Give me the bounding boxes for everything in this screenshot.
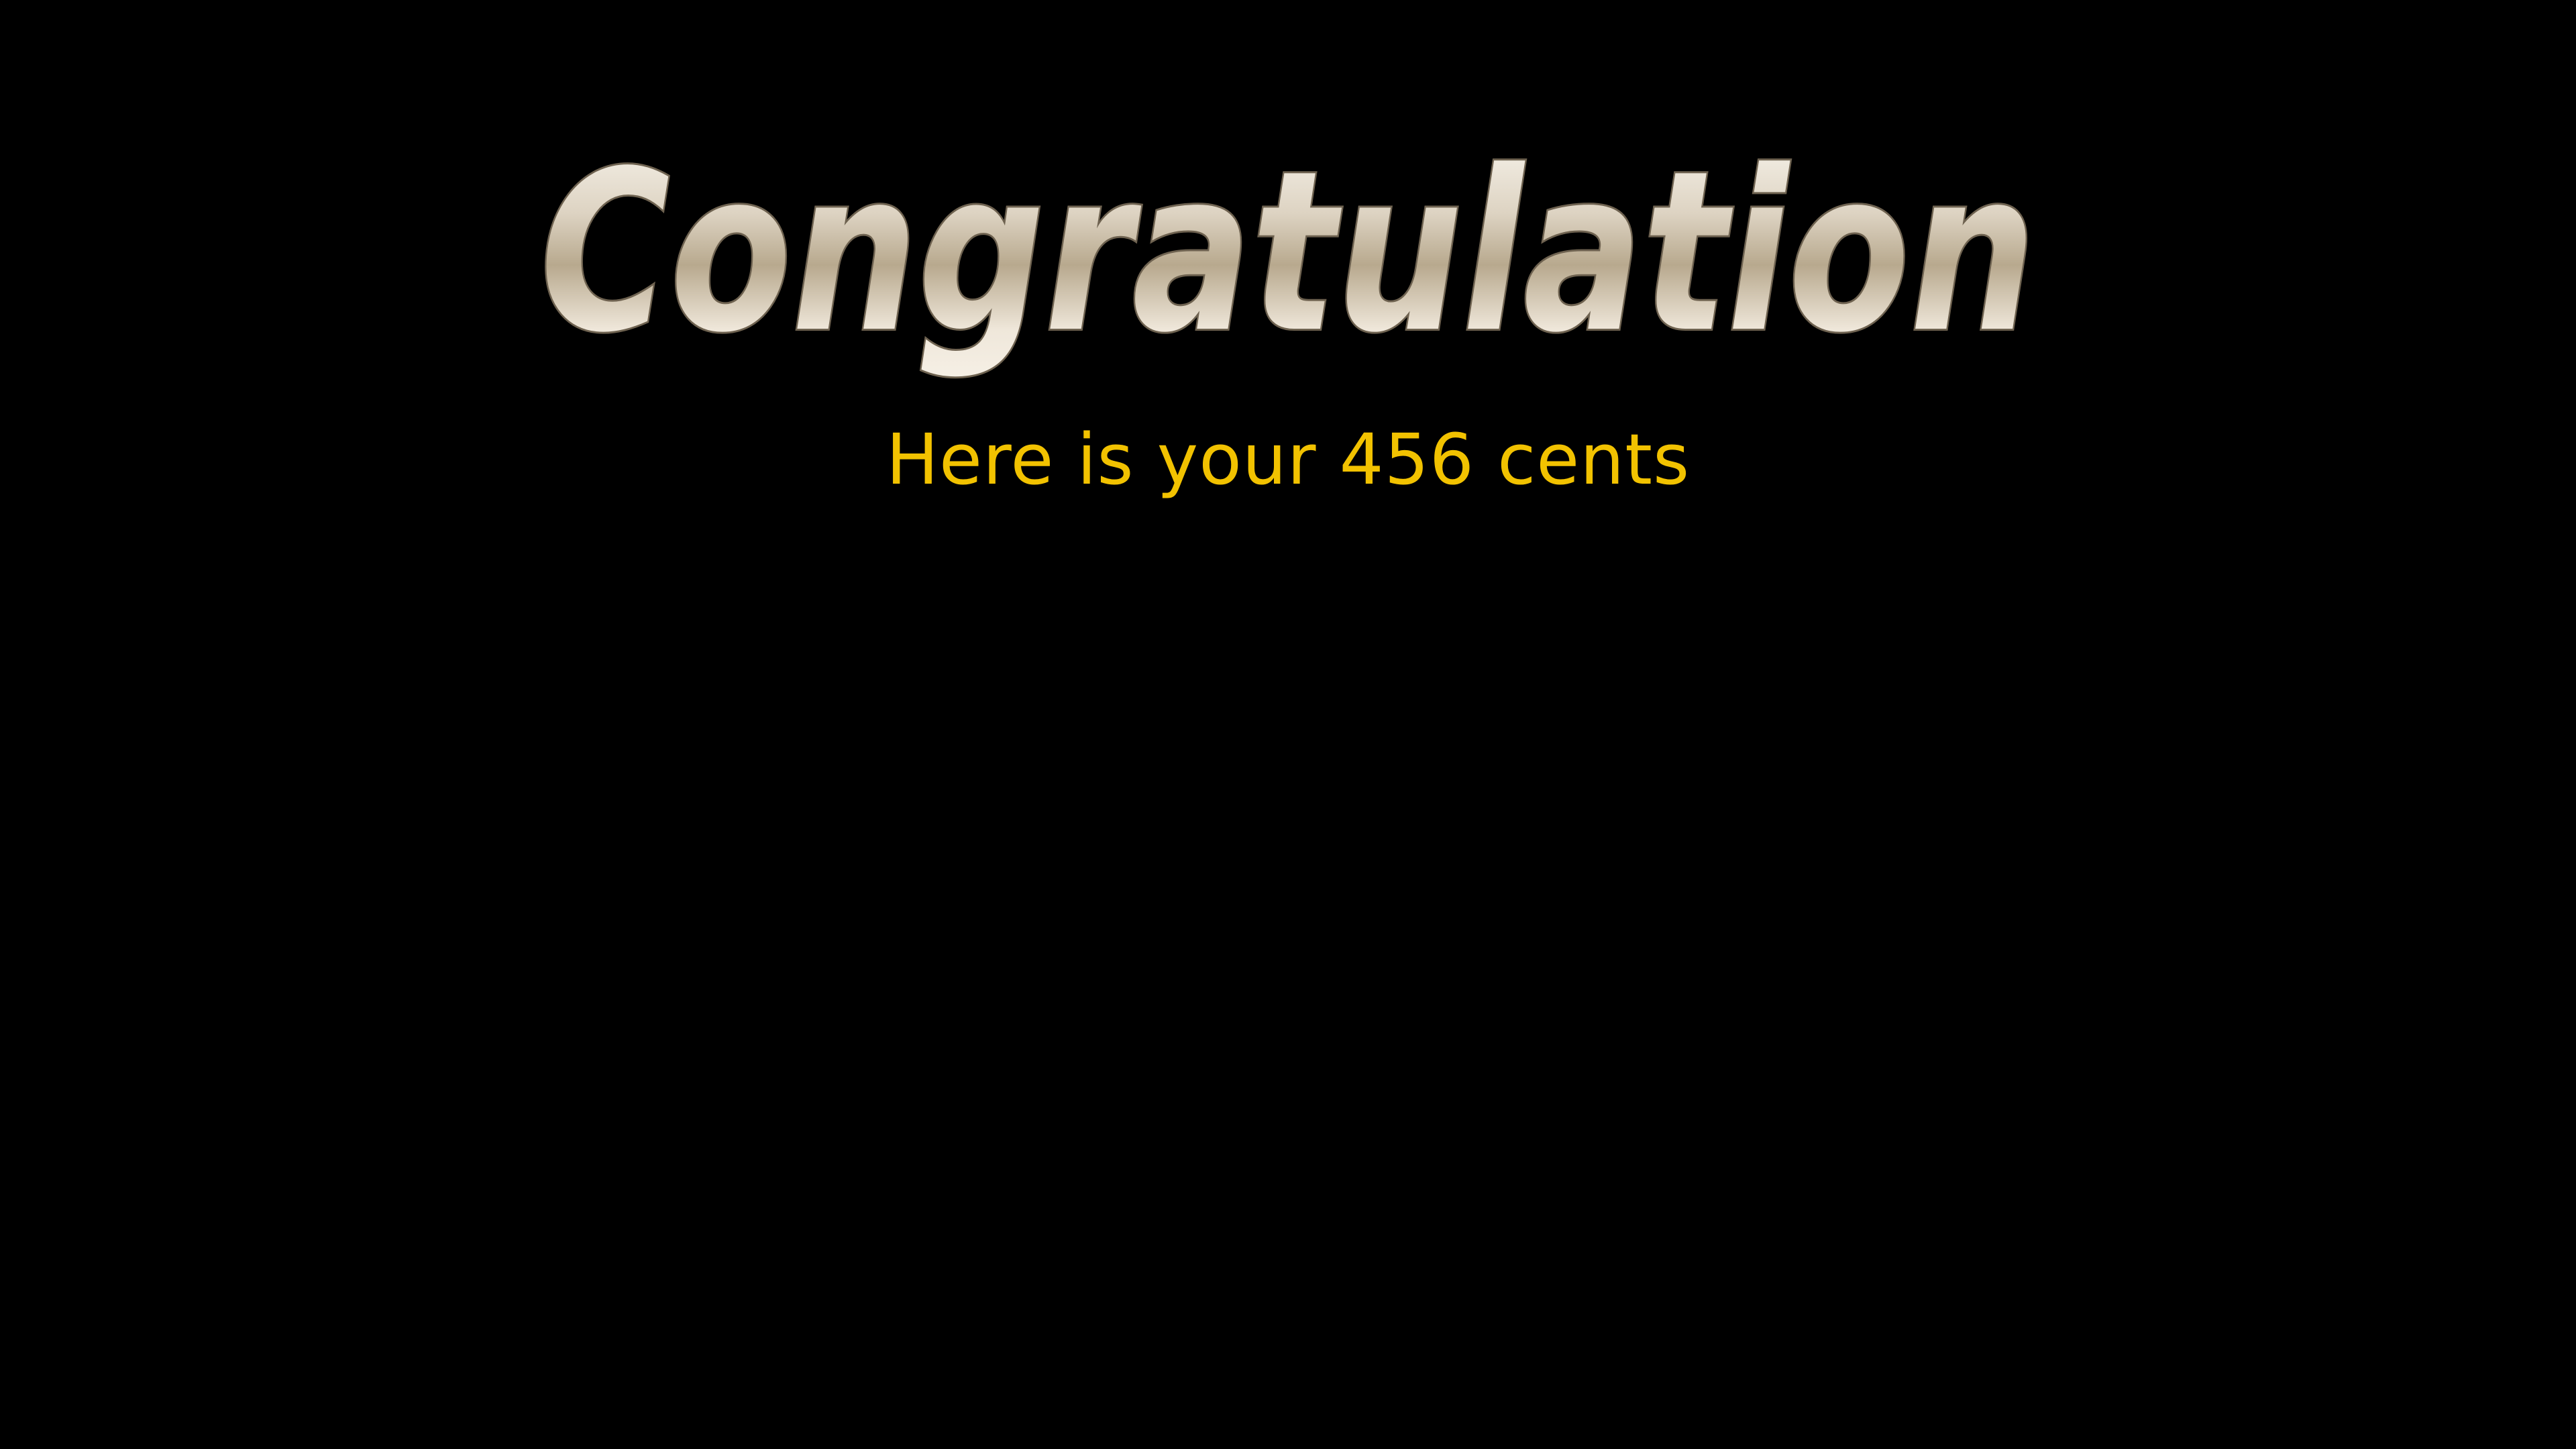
congratulation-title: Congratulation: [530, 121, 2046, 386]
title-text: Congratulation: [540, 123, 2036, 381]
reward-message: Here is your 456 cents: [885, 419, 1690, 500]
congratulation-screen: Congratulation Here is your 456 cents: [0, 0, 2576, 1449]
title-art: Congratulation: [538, 121, 2038, 383]
